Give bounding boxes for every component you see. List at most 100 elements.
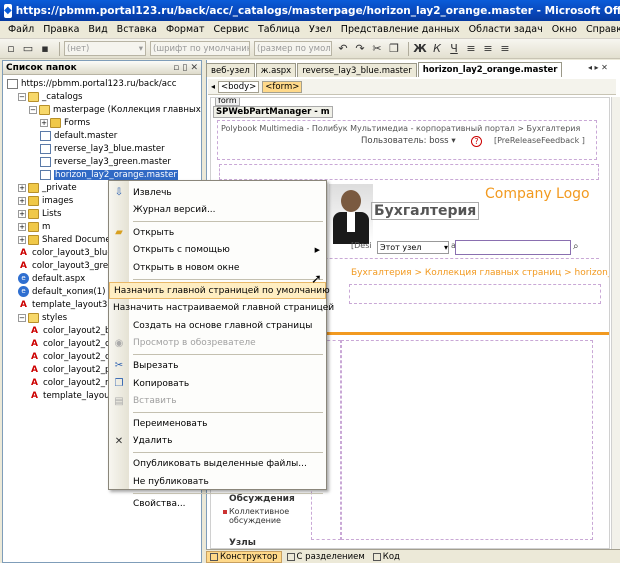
view-tab[interactable]: Конструктор [206, 550, 282, 563]
tree-item[interactable]: + _private [18, 181, 77, 194]
release-feedback-link[interactable]: [PreReleaseFeedback ] [494, 136, 585, 145]
view-tab[interactable]: Код [370, 552, 403, 562]
font-combo[interactable]: (шрифт по умолчанию)▾ [150, 41, 250, 56]
document-tab[interactable]: horizon_lay2_orange.master [417, 62, 563, 77]
italic-icon[interactable]: К [430, 42, 444, 56]
context-menu-item-label: Извлечь [133, 187, 172, 198]
tag-body[interactable]: <body> [218, 80, 260, 93]
copy-icon[interactable]: ❐ [387, 42, 401, 56]
tree-item[interactable]: + m [18, 220, 50, 233]
menu-item[interactable]: Узел [309, 24, 332, 35]
tree-item[interactable]: Acolor_layout2_p [29, 363, 110, 376]
menu-item[interactable]: Файл [8, 24, 34, 35]
underline-icon[interactable]: Ч [447, 42, 461, 56]
tree-item[interactable]: Atemplate_layout3.cs [18, 298, 119, 311]
tree-item[interactable]: reverse_lay3_green.master [40, 155, 171, 168]
align-left-icon[interactable]: ≡ [464, 42, 478, 56]
menu-item[interactable]: Вид [88, 24, 107, 35]
tree-item[interactable]: + Lists [18, 207, 62, 220]
tab-scroll-arrows[interactable]: ◂ ▸ ✕ [588, 63, 608, 72]
context-menu-item[interactable]: ▤ Вставить [109, 393, 326, 410]
menu-item[interactable]: Правка [43, 24, 79, 35]
view-tab[interactable]: С разделением [284, 552, 368, 562]
expander-icon[interactable]: + [18, 222, 26, 231]
menu-item[interactable]: Окно [552, 24, 577, 35]
context-menu-item[interactable]: Опубликовать выделенные файлы... [109, 455, 326, 472]
tree-item[interactable]: e default_копия(1) [18, 285, 106, 298]
tree-item[interactable]: Acolor_layout2_c [29, 337, 110, 350]
context-menu-item[interactable]: Назначить настраиваемой главной странице… [109, 300, 334, 317]
expander-icon[interactable]: + [18, 183, 26, 192]
redo-icon[interactable]: ↷ [353, 42, 367, 56]
expander-icon[interactable]: + [18, 235, 26, 244]
size-combo[interactable]: (размер по умолча▾ [254, 41, 332, 56]
vertical-scrollbar[interactable] [611, 97, 620, 549]
context-menu-item[interactable]: Журнал версий... [109, 202, 326, 219]
align-center-icon[interactable]: ≡ [481, 42, 495, 56]
tree-item[interactable]: − masterpage (Коллекция главных страниц) [29, 103, 201, 116]
save-icon[interactable]: ▪ [38, 42, 52, 56]
context-menu-item[interactable]: ✕ Удалить [109, 433, 326, 450]
expander-icon[interactable]: − [29, 105, 37, 114]
menu-item[interactable]: Области задач [469, 24, 543, 35]
expander-icon[interactable]: + [18, 209, 26, 218]
expander-icon[interactable]: + [18, 196, 26, 205]
expander-icon[interactable]: + [40, 118, 48, 127]
tree-item[interactable]: + Forms [40, 116, 90, 129]
context-menu-item[interactable]: Открыть с помощью ▶ [109, 242, 326, 259]
context-menu-item[interactable]: ⇩ Извлечь [109, 184, 326, 201]
tree-item[interactable]: − _catalogs [18, 90, 83, 103]
context-menu-item[interactable]: Свойства... [109, 496, 326, 513]
help-icon[interactable]: ? [471, 136, 482, 147]
style-combo[interactable]: (нет) ▾ [64, 41, 146, 56]
new-icon[interactable]: ▫ [4, 42, 18, 56]
menu-item[interactable]: Таблица [258, 24, 300, 35]
context-menu-item[interactable]: Создать на основе главной страницы [109, 317, 326, 334]
tree-item[interactable]: + images [18, 194, 73, 207]
context-menu-item[interactable]: Открыть в новом окне [109, 259, 326, 276]
context-menu-item[interactable]: Переименовать [109, 415, 326, 432]
tree-item[interactable]: Atemplate_layout [29, 389, 113, 402]
menu-item[interactable]: Формат [166, 24, 205, 35]
folder-icon [50, 117, 61, 128]
context-menu-item[interactable]: ▰ Открыть [109, 224, 326, 241]
menu-item[interactable]: Сервис [213, 24, 249, 35]
menu-item[interactable]: Справка [586, 24, 620, 35]
document-tab[interactable]: веб-узел [206, 63, 255, 77]
tree-item[interactable]: − styles [18, 311, 67, 324]
tag-back-arrow-icon[interactable]: ◂ [211, 82, 215, 91]
align-right-icon[interactable]: ≡ [498, 42, 512, 56]
tag-form[interactable]: <form> [262, 80, 303, 93]
context-menu-item[interactable]: ❐ Копировать [109, 375, 326, 392]
tree-item[interactable]: Acolor_layout2_b [29, 324, 110, 337]
tree-item[interactable]: Acolor_layout2_r [29, 376, 109, 389]
expander-icon[interactable]: − [18, 313, 26, 322]
open-icon[interactable]: ▭ [21, 42, 35, 56]
bold-icon[interactable]: Ж [413, 42, 427, 56]
panel-buttons[interactable]: ▫ ▯ ✕ [173, 63, 201, 73]
context-menu-item[interactable]: ◉ Просмотр в обозревателе [109, 335, 326, 352]
tree-item[interactable]: e default.aspx [18, 272, 85, 285]
main-breadcrumb[interactable]: Бухгалтерия > Коллекция главных страниц … [351, 268, 609, 278]
menu-item[interactable]: Представление данных [341, 24, 460, 35]
context-menu-item[interactable]: Назначить главной страницей по умолчанию [109, 282, 330, 299]
undo-icon[interactable]: ↶ [336, 42, 350, 56]
tree-item[interactable]: https://pbmm.portal123.ru/back/acc [7, 77, 177, 90]
tree-item[interactable]: Acolor_layout3_blue. [18, 246, 115, 259]
tree-item[interactable]: reverse_lay3_blue.master [40, 142, 165, 155]
expander-icon[interactable]: − [18, 92, 26, 101]
tree-item[interactable]: Acolor_layout2_c [29, 350, 110, 363]
context-menu-item[interactable]: Не публиковать [109, 473, 326, 490]
cut-icon[interactable]: ✂ [370, 42, 384, 56]
search-input[interactable] [455, 240, 571, 255]
document-tab[interactable]: reverse_lay3_blue.master [297, 63, 417, 77]
user-menu[interactable]: Пользователь: boss ▾ [361, 136, 456, 146]
tree-item[interactable]: default.master [40, 129, 117, 142]
menu-item[interactable]: Вставка [117, 24, 157, 35]
document-tab[interactable]: ж.aspx [255, 63, 297, 77]
tree-item[interactable]: Acolor_layout3_greer [18, 259, 117, 272]
search-scope-select[interactable]: Этот узел ▾ [377, 241, 449, 254]
search-icon[interactable]: ⌕ [573, 241, 579, 252]
context-menu-item[interactable]: ✂ Вырезать [109, 357, 326, 374]
folder-list-header: Список папок ▫ ▯ ✕ [3, 61, 201, 75]
